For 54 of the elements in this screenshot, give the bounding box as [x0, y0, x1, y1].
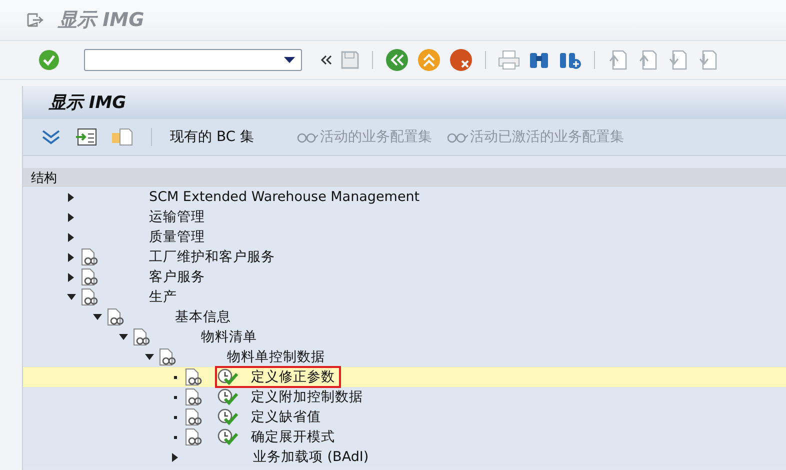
chevron-down-icon[interactable] [41, 129, 61, 145]
tree-node-label[interactable]: 物料单控制数据 [227, 348, 325, 366]
clock-check-icon[interactable] [217, 368, 239, 386]
document-glasses-icon [184, 388, 204, 406]
cancel-icon[interactable] [449, 48, 473, 72]
collapse-arrow-icon[interactable] [92, 314, 102, 320]
document-glasses-icon [80, 268, 100, 286]
collapse-arrow-icon[interactable] [144, 354, 154, 360]
tree-node-label[interactable]: 业务加载项 (BAdI) [253, 448, 369, 466]
collapse-arrow-icon[interactable] [118, 334, 128, 340]
expand-arrow-icon[interactable] [68, 232, 74, 242]
expand-arrow-icon[interactable] [172, 452, 178, 462]
expand-arrow-icon[interactable] [68, 192, 74, 202]
double-chevron-icon[interactable] [320, 54, 332, 66]
tree-node-label[interactable]: 质量管理 [149, 228, 205, 246]
folder-document-icon[interactable] [111, 128, 133, 146]
tree-node-label[interactable]: 运输管理 [149, 208, 205, 226]
tree-node-label[interactable]: 基本信息 [175, 308, 231, 326]
document-glasses-icon [132, 328, 152, 346]
toolbar-action[interactable]: 现有的 BC 集 [170, 128, 254, 146]
tree-node-label[interactable]: 物料清单 [201, 328, 257, 346]
tree-node-label[interactable]: 生产 [149, 288, 177, 306]
exit-arrow-icon[interactable] [26, 12, 44, 28]
command-field[interactable] [84, 49, 302, 71]
document-glasses-icon [80, 248, 100, 266]
tree-node-label[interactable]: SCM Extended Warehouse Management [149, 189, 420, 205]
tree-node-label[interactable]: 定义修正参数 [251, 368, 335, 386]
collapse-arrow-icon[interactable] [66, 294, 76, 300]
document-glasses-icon [80, 288, 100, 306]
glasses-icon [446, 131, 468, 143]
document-glasses-icon [184, 428, 204, 446]
document-glasses-icon [158, 348, 178, 366]
clock-check-icon[interactable] [217, 388, 239, 406]
tree-node-label[interactable]: 确定展开模式 [251, 428, 335, 446]
dropdown-caret-icon[interactable] [284, 57, 295, 63]
expand-arrow-icon[interactable] [68, 252, 74, 262]
panel-title: 显示 IMG [23, 86, 786, 119]
tree-row[interactable]: 定义修正参数 [23, 367, 786, 387]
check-icon[interactable] [38, 49, 60, 71]
expand-arrow-icon[interactable] [68, 272, 74, 282]
clock-check-icon[interactable] [217, 408, 239, 426]
tree-node-label[interactable]: 客户服务 [149, 268, 205, 286]
expand-arrow-icon[interactable] [68, 212, 74, 222]
tree-node-label[interactable]: 定义缺省值 [251, 408, 321, 426]
glasses-icon [296, 131, 318, 143]
document-glasses-icon [184, 368, 204, 386]
tree-node-label[interactable]: 工厂维护和客户服务 [149, 248, 275, 266]
structure-header: 结构 [23, 168, 786, 187]
document-glasses-icon [184, 408, 204, 426]
window-title: 显示 IMG [58, 8, 144, 33]
tree-node-label[interactable]: 定义附加控制数据 [251, 388, 363, 406]
clock-check-icon[interactable] [217, 428, 239, 446]
back-icon[interactable] [385, 48, 409, 72]
document-glasses-icon [106, 308, 126, 326]
